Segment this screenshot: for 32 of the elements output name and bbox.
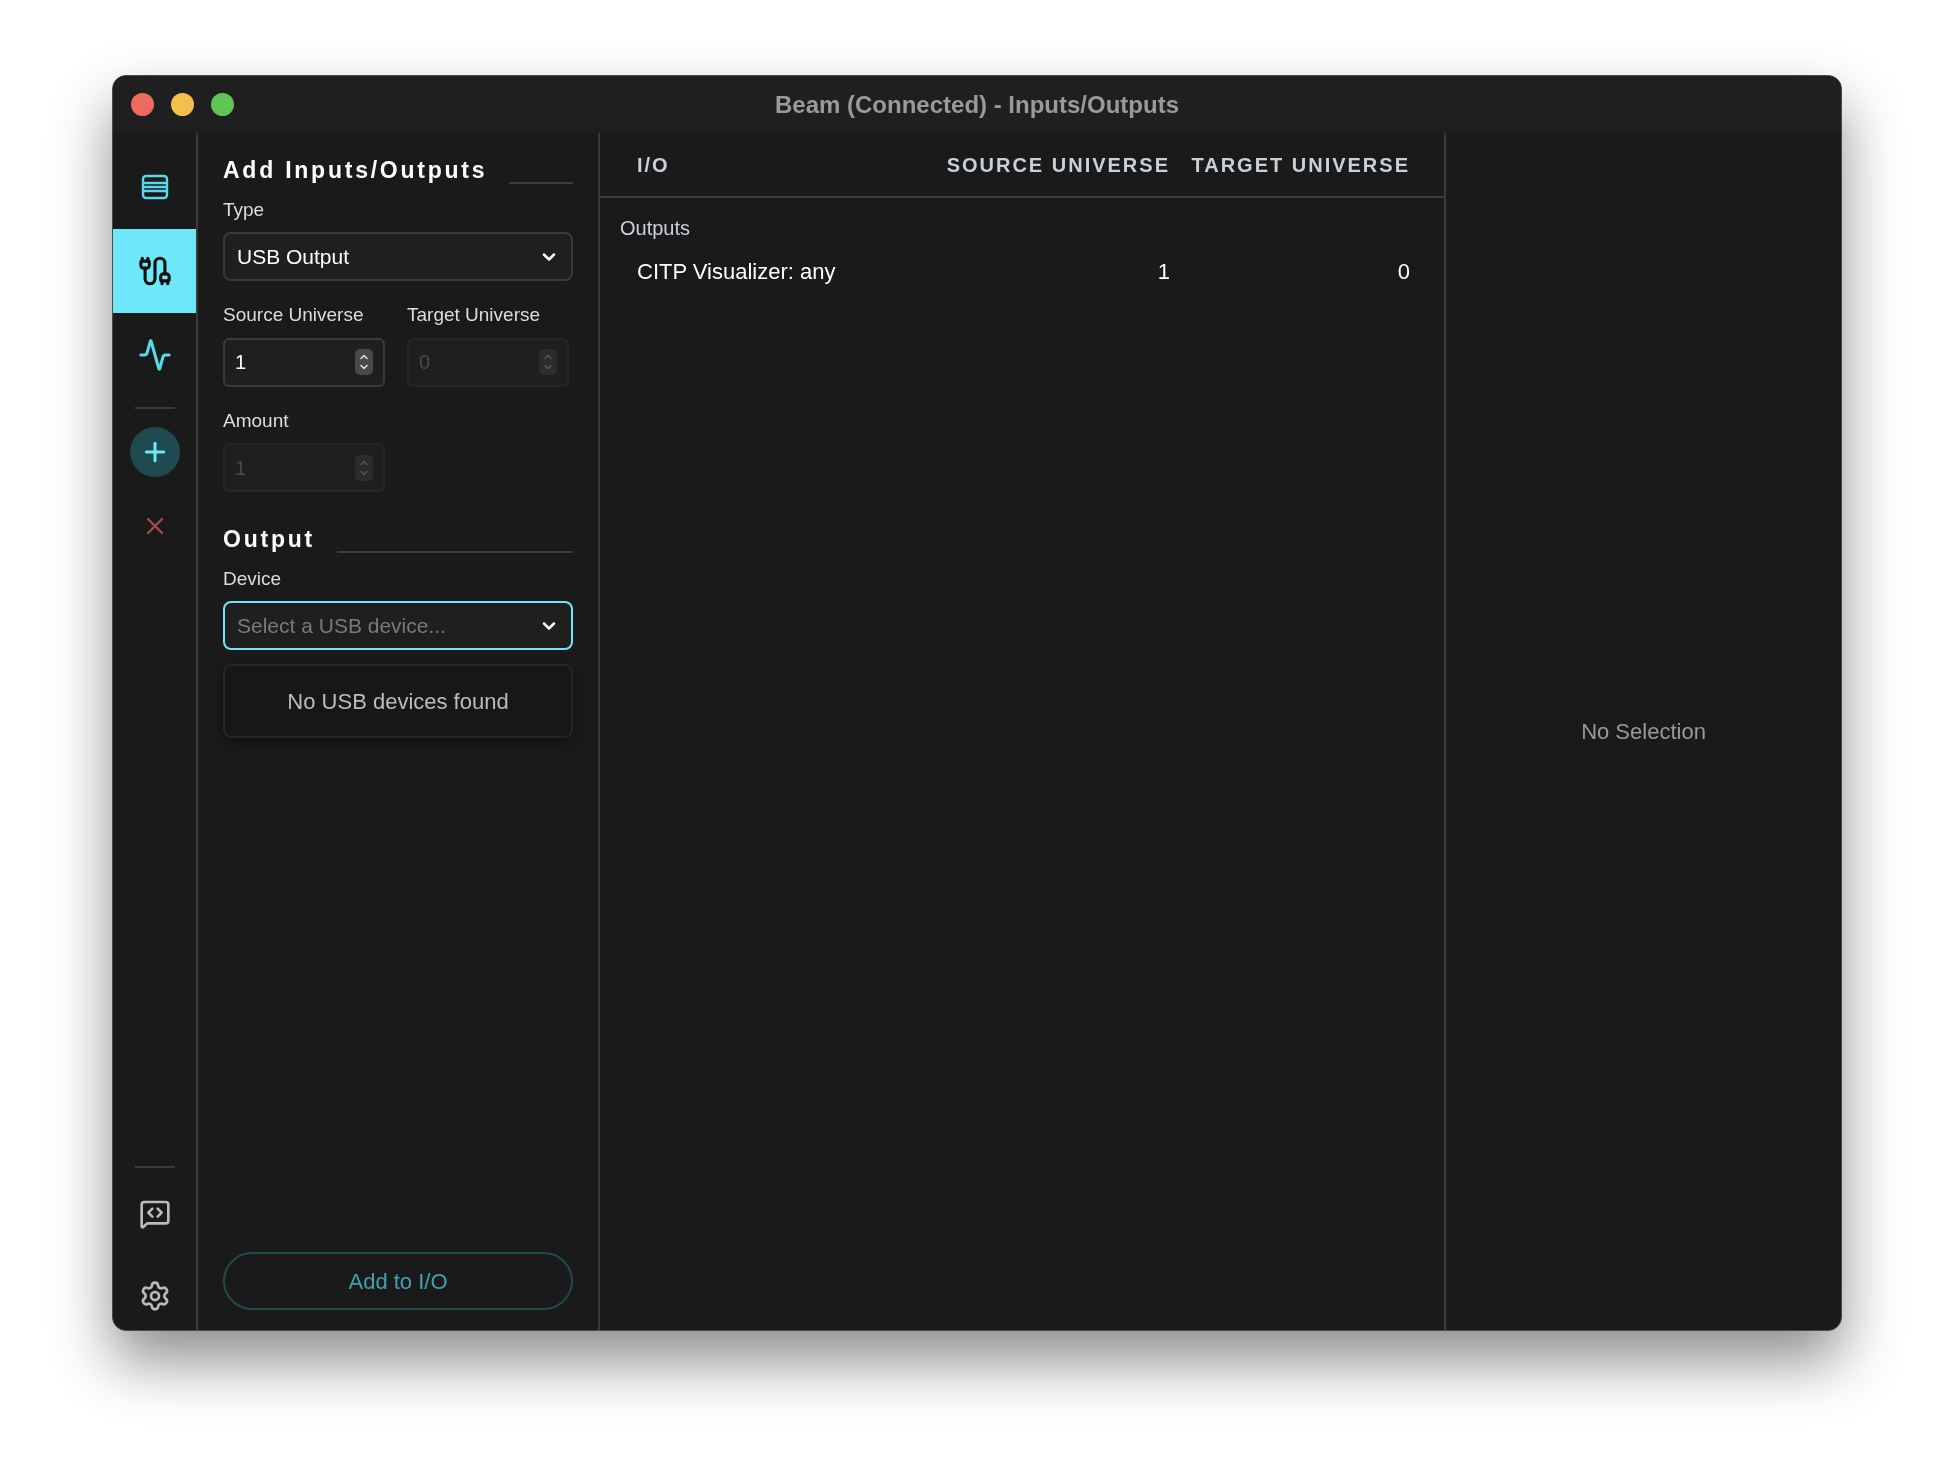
field-label: Target Universe (407, 303, 542, 327)
stepper-icon[interactable] (355, 349, 373, 375)
column-header: SOURCE UNIVERSE (945, 152, 1170, 178)
table-cell-text: CITP Visualizer: any (637, 257, 837, 286)
number-field[interactable]: 1 (223, 337, 385, 387)
field-label: Source Universe (223, 303, 365, 327)
field-label: Type (223, 197, 266, 222)
table-cell-text: 1 (1156, 257, 1170, 286)
empty-message: No USB devices found (223, 664, 573, 738)
add-to-io-button[interactable]: Add to I/O (223, 1252, 573, 1310)
column-header: I/O (637, 152, 671, 178)
sidebar-item[interactable] (113, 229, 196, 313)
code-message-icon (138, 1198, 171, 1230)
minimize-window-button[interactable] (171, 93, 194, 116)
group-label: Outputs (619, 216, 692, 241)
section-heading: Add Inputs/Outputs (223, 156, 488, 185)
table-cell-text: 0 (1396, 257, 1410, 286)
section-heading: Output (223, 525, 315, 554)
empty-selection-text: No Selection (1581, 718, 1706, 746)
list-icon (139, 172, 170, 202)
field-label: Device (223, 566, 283, 591)
column-header: TARGET UNIVERSE (1190, 152, 1410, 178)
activity-icon (137, 338, 172, 372)
zoom-window-button[interactable] (211, 93, 234, 116)
close-window-button[interactable] (131, 93, 154, 116)
device-dropdown[interactable]: Select a USB device... (223, 601, 573, 650)
field-label: Amount (223, 408, 290, 433)
code-message-button[interactable] (138, 1198, 171, 1230)
window-title: Beam (Connected) - Inputs/Outputs (775, 89, 1179, 120)
add-button[interactable] (129, 427, 180, 477)
cable-icon (137, 254, 172, 288)
type-dropdown[interactable]: USB Output (223, 232, 573, 281)
